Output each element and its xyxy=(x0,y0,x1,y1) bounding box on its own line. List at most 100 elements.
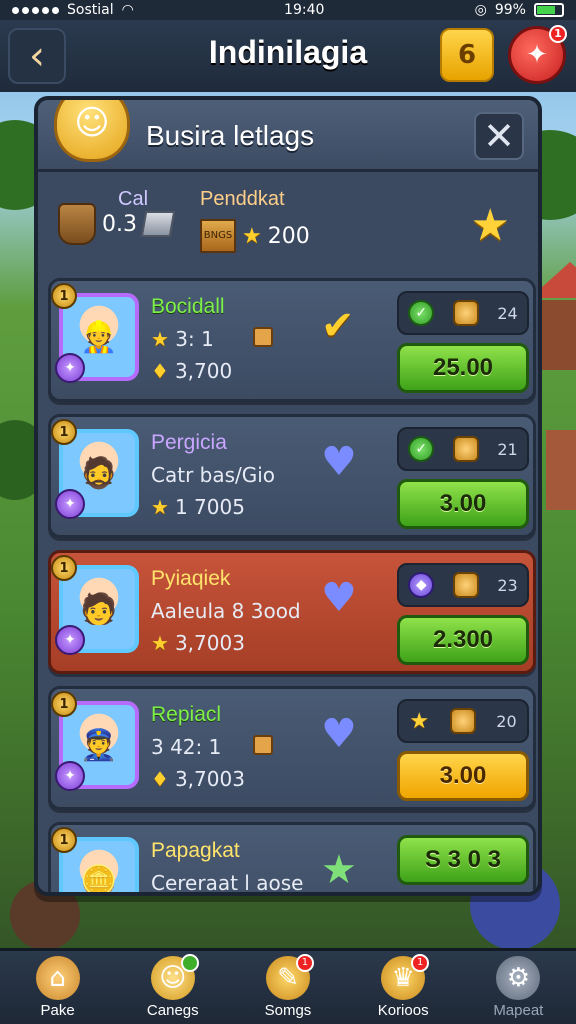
coin-icon xyxy=(449,708,476,734)
item-subtitle: Aaleula 8 3ood xyxy=(151,599,301,623)
rank-icon: ✦ xyxy=(55,761,85,791)
summary-right: Penddkat BNGS ★ 200 xyxy=(200,188,310,253)
star-icon: ★ xyxy=(242,223,262,249)
level-badge: 1 xyxy=(51,419,77,445)
wifi-icon: ◠ xyxy=(121,2,134,18)
list-item[interactable]: 👮 1 ✦ Repiacl 3 42: 1 ♦ 3,7003 ♥ ★ 20 3.… xyxy=(48,686,536,810)
check-icon: ✓ xyxy=(408,300,435,326)
close-button[interactable]: ✕ xyxy=(474,112,524,160)
star-icon: ★ xyxy=(151,495,169,519)
chip-value: 21 xyxy=(497,439,518,459)
top-bar: ‹ Indinilagia 6 ✦ 1 xyxy=(0,20,576,92)
rank-icon: ✦ xyxy=(55,353,85,383)
level-badge: 1 xyxy=(51,827,77,853)
item-stat: ★ 3,7003 xyxy=(151,631,245,655)
star-icon: ★ xyxy=(151,327,169,351)
star-icon: ★ xyxy=(151,631,169,655)
chip-value: 23 xyxy=(497,575,518,595)
level-badge: 1 xyxy=(51,555,77,581)
panel-title: Busira letlags xyxy=(146,120,315,151)
gem-chest-icon: ♥ xyxy=(321,439,357,485)
nav-badge: 1 xyxy=(411,954,430,972)
item-name: Pyiaqiek xyxy=(151,567,231,590)
nav-badge xyxy=(180,954,199,972)
item-subtitle: ★ 3: 1 xyxy=(151,327,214,351)
flame-icon: ♦ xyxy=(151,359,169,383)
coin-button[interactable]: 6 xyxy=(440,28,494,82)
coin-icon xyxy=(452,572,479,598)
shield-icon: ◆ xyxy=(408,572,435,598)
resource-summary: Cal 0.3 Penddkat BNGS ★ 200 ★ xyxy=(48,178,528,266)
gear-icon: ⚙ xyxy=(496,956,541,1000)
nav-label: Somgs xyxy=(264,1002,312,1019)
bell-icon: ✦ xyxy=(526,40,548,70)
item-stat: ♦ 3,7003 xyxy=(151,767,245,791)
nav-chat[interactable]: ☺ Canegs xyxy=(123,952,223,1024)
location-icon: ◎ xyxy=(474,2,487,18)
chat-icon: ☺ xyxy=(150,954,199,1000)
nav-label: Mapeat xyxy=(493,1002,544,1019)
buy-button[interactable]: 3.00 xyxy=(397,479,529,529)
bottom-nav: ⌂ Pake ☺ Canegs ✎ 1 Somgs ♛ 1 Korioos ⚙ … xyxy=(0,948,576,1024)
star-icon: ★ xyxy=(409,708,430,734)
favorite-star-icon[interactable]: ★ xyxy=(471,200,510,251)
rank-icon: ✦ xyxy=(55,489,85,519)
item-name: Repiacl xyxy=(151,703,222,726)
chip-value: 24 xyxy=(497,303,518,323)
nav-songs[interactable]: ✎ 1 Somgs xyxy=(238,952,338,1024)
item-chips: ✓ 21 xyxy=(397,427,529,471)
plant-pot-icon xyxy=(58,203,96,245)
clock: 19:40 xyxy=(284,2,325,18)
list-item[interactable]: 🧔 1 ✦ Pergicia Catr bas/Gio ★ 1 7005 ♥ ✓… xyxy=(48,414,536,538)
nav-badge: 1 xyxy=(295,954,314,972)
nav-label: Korioos xyxy=(377,1002,429,1019)
close-icon: ✕ xyxy=(483,114,515,158)
item-stat: ★ 1 7005 xyxy=(151,495,245,519)
item-chips: ✓ 24 xyxy=(397,291,529,335)
rank-icon: ✦ xyxy=(55,625,85,655)
list-item[interactable]: 👷 1 ✦ Bocidall ★ 3: 1 ♦ 3,700 ✔ ✓ 24 25.… xyxy=(48,278,536,402)
notification-button[interactable]: ✦ 1 xyxy=(508,25,567,84)
nav-trophies[interactable]: ♛ 1 Korioos xyxy=(353,952,453,1024)
item-subtitle: Cereraat l aose xyxy=(151,871,304,895)
item-chips: ◆ 23 xyxy=(397,563,529,607)
crate-icon: BNGS xyxy=(200,219,236,253)
signal-icon xyxy=(12,6,59,14)
nav-home[interactable]: ⌂ Pake xyxy=(8,952,108,1024)
summary-star-value: 200 xyxy=(267,223,310,249)
list-item[interactable]: 🪙 1 Papagkat Cereraat l aose ★ S 3 0 3 xyxy=(48,822,536,895)
item-name: Pergicia xyxy=(151,431,227,454)
battery-percent: 99% xyxy=(494,2,526,18)
item-name: Papagkat xyxy=(151,839,240,862)
gem-chest-icon: ♥ xyxy=(321,575,357,621)
flame-icon: ♦ xyxy=(151,767,169,791)
coin-count: 6 xyxy=(457,40,477,70)
level-badge: 1 xyxy=(51,691,77,717)
notification-badge: 1 xyxy=(549,25,567,43)
item-stat: ♦ 3,700 xyxy=(151,359,233,383)
level-badge: 1 xyxy=(51,283,77,309)
chip-value: 20 xyxy=(496,711,517,731)
buy-button[interactable]: 25.00 xyxy=(397,343,529,393)
block-icon xyxy=(253,327,273,347)
list-item-featured[interactable]: 🧑 1 ✦ Pyiaqiek Aaleula 8 3ood ★ 3,7003 ♥… xyxy=(48,550,536,674)
item-name: Bocidall xyxy=(151,295,225,318)
rocket-icon: ✎ 1 xyxy=(265,954,314,1000)
mascot-icon: ☺ xyxy=(54,100,130,162)
item-subtitle: Catr bas/Gio xyxy=(151,463,276,487)
nav-settings[interactable]: ⚙ Mapeat xyxy=(468,952,568,1024)
check-icon: ✓ xyxy=(408,436,435,462)
buy-button[interactable]: S 3 0 3 xyxy=(397,835,529,885)
item-chips: ★ 20 xyxy=(397,699,529,743)
buy-button[interactable]: 3.00 xyxy=(397,751,529,801)
coin-icon xyxy=(452,300,479,326)
shop-panel: ☺ Busira letlags ✕ Cal 0.3 Penddkat BNGS… xyxy=(34,96,542,896)
nav-label: Pake xyxy=(40,1002,75,1019)
coin-icon xyxy=(452,436,479,462)
block-icon xyxy=(253,735,273,755)
buy-button[interactable]: 2.300 xyxy=(397,615,529,665)
summary-right-label: Penddkat xyxy=(200,188,285,210)
gem-chest-icon: ♥ xyxy=(321,711,357,757)
battery-icon xyxy=(533,3,564,17)
item-subtitle: 3 42: 1 xyxy=(151,735,222,759)
